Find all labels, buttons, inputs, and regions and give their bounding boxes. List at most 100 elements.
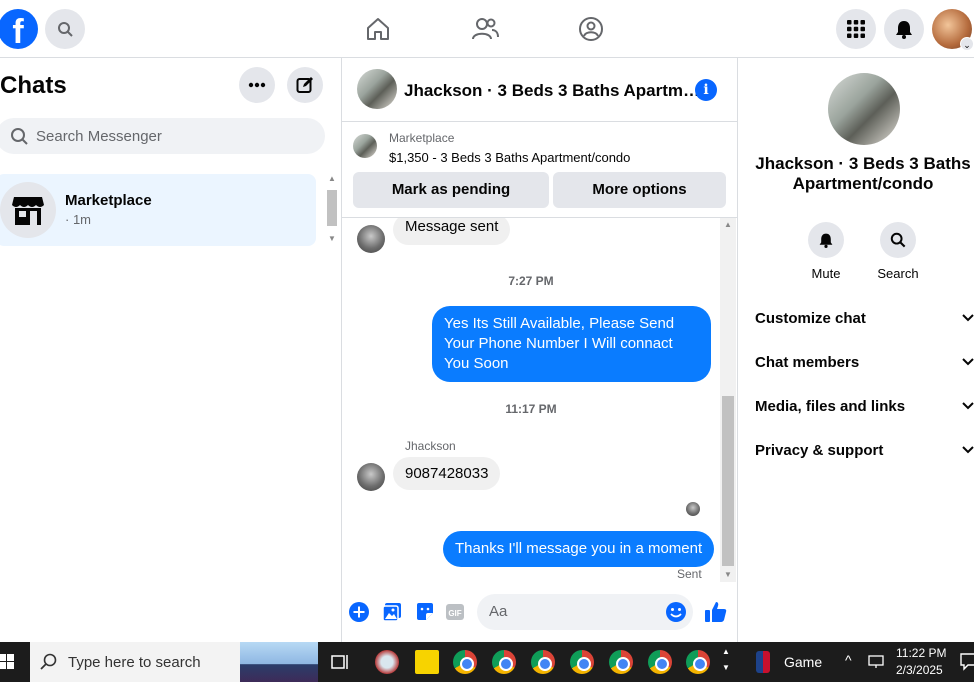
- notification-icon: [960, 653, 974, 671]
- windows-start-button[interactable]: [0, 654, 14, 675]
- new-message-button[interactable]: [287, 67, 323, 103]
- row-label: Chat members: [755, 354, 860, 371]
- info-icon[interactable]: i: [695, 79, 717, 101]
- emoji-button[interactable]: [665, 601, 687, 637]
- plus-circle-icon: [349, 602, 369, 622]
- mark-as-pending-button[interactable]: Mark as pending: [353, 172, 549, 208]
- nba-logo-icon[interactable]: [756, 651, 770, 673]
- like-button[interactable]: [704, 600, 728, 624]
- message-list: Message sent 7:27 PM Yes Its Still Avail…: [342, 218, 720, 582]
- marketplace-avatar: [0, 182, 56, 238]
- notifications-button[interactable]: [884, 9, 924, 49]
- chrome-app-icon[interactable]: [570, 650, 594, 674]
- page-title: Chats: [0, 72, 67, 99]
- marketplace-card: Marketplace $1,350 - 3 Beds 3 Baths Apar…: [342, 122, 738, 218]
- scrollbar-thumb[interactable]: [722, 396, 734, 566]
- show-hidden-icons-chevron-icon[interactable]: ^: [845, 652, 852, 668]
- media-files-links-row[interactable]: Media, files and links: [755, 398, 974, 415]
- windows-logo-icon: [0, 654, 14, 669]
- home-nav-button[interactable]: [363, 14, 393, 44]
- scroll-up-arrow-icon[interactable]: ▲: [328, 174, 336, 183]
- windows-taskbar: Type here to search ▲ ▼ Game ^ 11:22 PM 2…: [0, 642, 974, 682]
- taskbar-search-placeholder: Type here to search: [68, 653, 201, 671]
- chat-members-row[interactable]: Chat members: [755, 354, 974, 371]
- search-icon: [40, 653, 57, 670]
- conversation-title[interactable]: Jhackson · 3 Beds 3 Baths Apartm…: [404, 81, 700, 101]
- facebook-logo[interactable]: f: [0, 9, 38, 49]
- scroll-up-arrow-icon[interactable]: ▲: [724, 220, 732, 229]
- search-highlight-image: [240, 642, 318, 682]
- task-view-icon: [331, 655, 348, 669]
- outgoing-message[interactable]: Thanks I'll message you in a moment: [443, 531, 715, 567]
- chat-time: · 1m: [65, 212, 91, 227]
- gif-button[interactable]: GIF: [445, 602, 465, 622]
- groups-nav-button[interactable]: [576, 14, 606, 44]
- attach-photo-button[interactable]: [382, 602, 402, 622]
- friends-nav-button[interactable]: [470, 14, 500, 44]
- mute-button[interactable]: Mute: [796, 222, 856, 281]
- scroll-down-arrow-icon[interactable]: ▼: [724, 570, 732, 579]
- chevron-down-icon: [962, 402, 974, 410]
- search-button[interactable]: [45, 9, 85, 49]
- search-in-conversation-button[interactable]: Search: [868, 222, 928, 281]
- message-composer: GIF Aa: [342, 588, 738, 636]
- sticker-icon: [417, 603, 433, 620]
- sticky-notes-app-icon[interactable]: [415, 650, 439, 674]
- listing-image[interactable]: [828, 73, 900, 145]
- chat-name: Marketplace: [65, 192, 152, 209]
- listing-thumbnail[interactable]: [357, 69, 397, 109]
- task-view-button[interactable]: [331, 653, 349, 676]
- game-widget-label[interactable]: Game: [784, 654, 822, 670]
- network-icon: [868, 655, 884, 668]
- compose-icon: [296, 77, 313, 93]
- message-input-placeholder: Aa: [489, 603, 508, 620]
- search-placeholder: Search Messenger: [36, 127, 162, 145]
- paint-app-icon[interactable]: [375, 650, 399, 674]
- options-button[interactable]: [239, 67, 275, 103]
- mute-label: Mute: [811, 266, 841, 281]
- menu-button[interactable]: [836, 9, 876, 49]
- chrome-app-icon[interactable]: [609, 650, 633, 674]
- gif-icon: GIF: [446, 604, 464, 620]
- sidebar-scrollbar[interactable]: ▲ ▼: [325, 174, 339, 246]
- timestamp: 11:17 PM: [505, 402, 557, 416]
- incoming-message[interactable]: Message sent: [393, 218, 511, 245]
- chevron-down-icon: [962, 446, 974, 454]
- listing-thumbnail-small[interactable]: [353, 134, 377, 158]
- chrome-app-icon[interactable]: [648, 650, 672, 674]
- scroll-down-arrow-icon[interactable]: ▼: [328, 234, 336, 243]
- row-label: Customize chat: [755, 310, 866, 327]
- chrome-app-icon[interactable]: [453, 650, 477, 674]
- bell-icon: [896, 21, 912, 39]
- sticker-button[interactable]: [415, 602, 435, 622]
- chat-list-item[interactable]: Marketplace · 1m: [0, 174, 316, 246]
- conversation-scrollbar[interactable]: ▲ ▼: [720, 218, 736, 582]
- conversation-header: Jhackson · 3 Beds 3 Baths Apartm… i: [342, 58, 738, 122]
- customize-chat-row[interactable]: Customize chat: [755, 310, 974, 327]
- search-icon: [11, 128, 28, 145]
- network-icon[interactable]: [868, 655, 884, 674]
- notification-center-button[interactable]: [960, 653, 974, 676]
- clock-time[interactable]: 11:22 PM: [896, 646, 946, 660]
- more-actions-button[interactable]: [349, 602, 369, 622]
- taskbar-search-box[interactable]: Type here to search: [30, 642, 318, 682]
- scrollbar-thumb[interactable]: [327, 190, 337, 226]
- top-navigation-bar: f ⌄: [0, 0, 974, 58]
- marketplace-label: Marketplace: [389, 131, 455, 145]
- listing-name: Jhackson · 3 Beds 3 Baths Apartment/cond…: [755, 154, 971, 193]
- taskbar-scroll-arrows[interactable]: ▲ ▼: [722, 644, 730, 676]
- incoming-message[interactable]: 9087428033: [393, 457, 501, 490]
- search-input[interactable]: Search Messenger: [0, 118, 325, 154]
- home-icon: [367, 18, 389, 40]
- chrome-app-icon[interactable]: [686, 650, 710, 674]
- search-icon: [890, 232, 906, 248]
- more-options-button[interactable]: More options: [553, 172, 726, 208]
- outgoing-message[interactable]: Yes Its Still Available, Please Send You…: [432, 306, 711, 382]
- privacy-support-row[interactable]: Privacy & support: [755, 442, 974, 459]
- chrome-app-icon[interactable]: [492, 650, 516, 674]
- listing-title[interactable]: $1,350 - 3 Beds 3 Baths Apartment/condo: [389, 150, 630, 165]
- clock-date[interactable]: 2/3/2025: [896, 663, 943, 677]
- account-avatar[interactable]: ⌄: [932, 9, 974, 51]
- message-input[interactable]: Aa: [477, 594, 693, 630]
- chrome-app-icon[interactable]: [531, 650, 555, 674]
